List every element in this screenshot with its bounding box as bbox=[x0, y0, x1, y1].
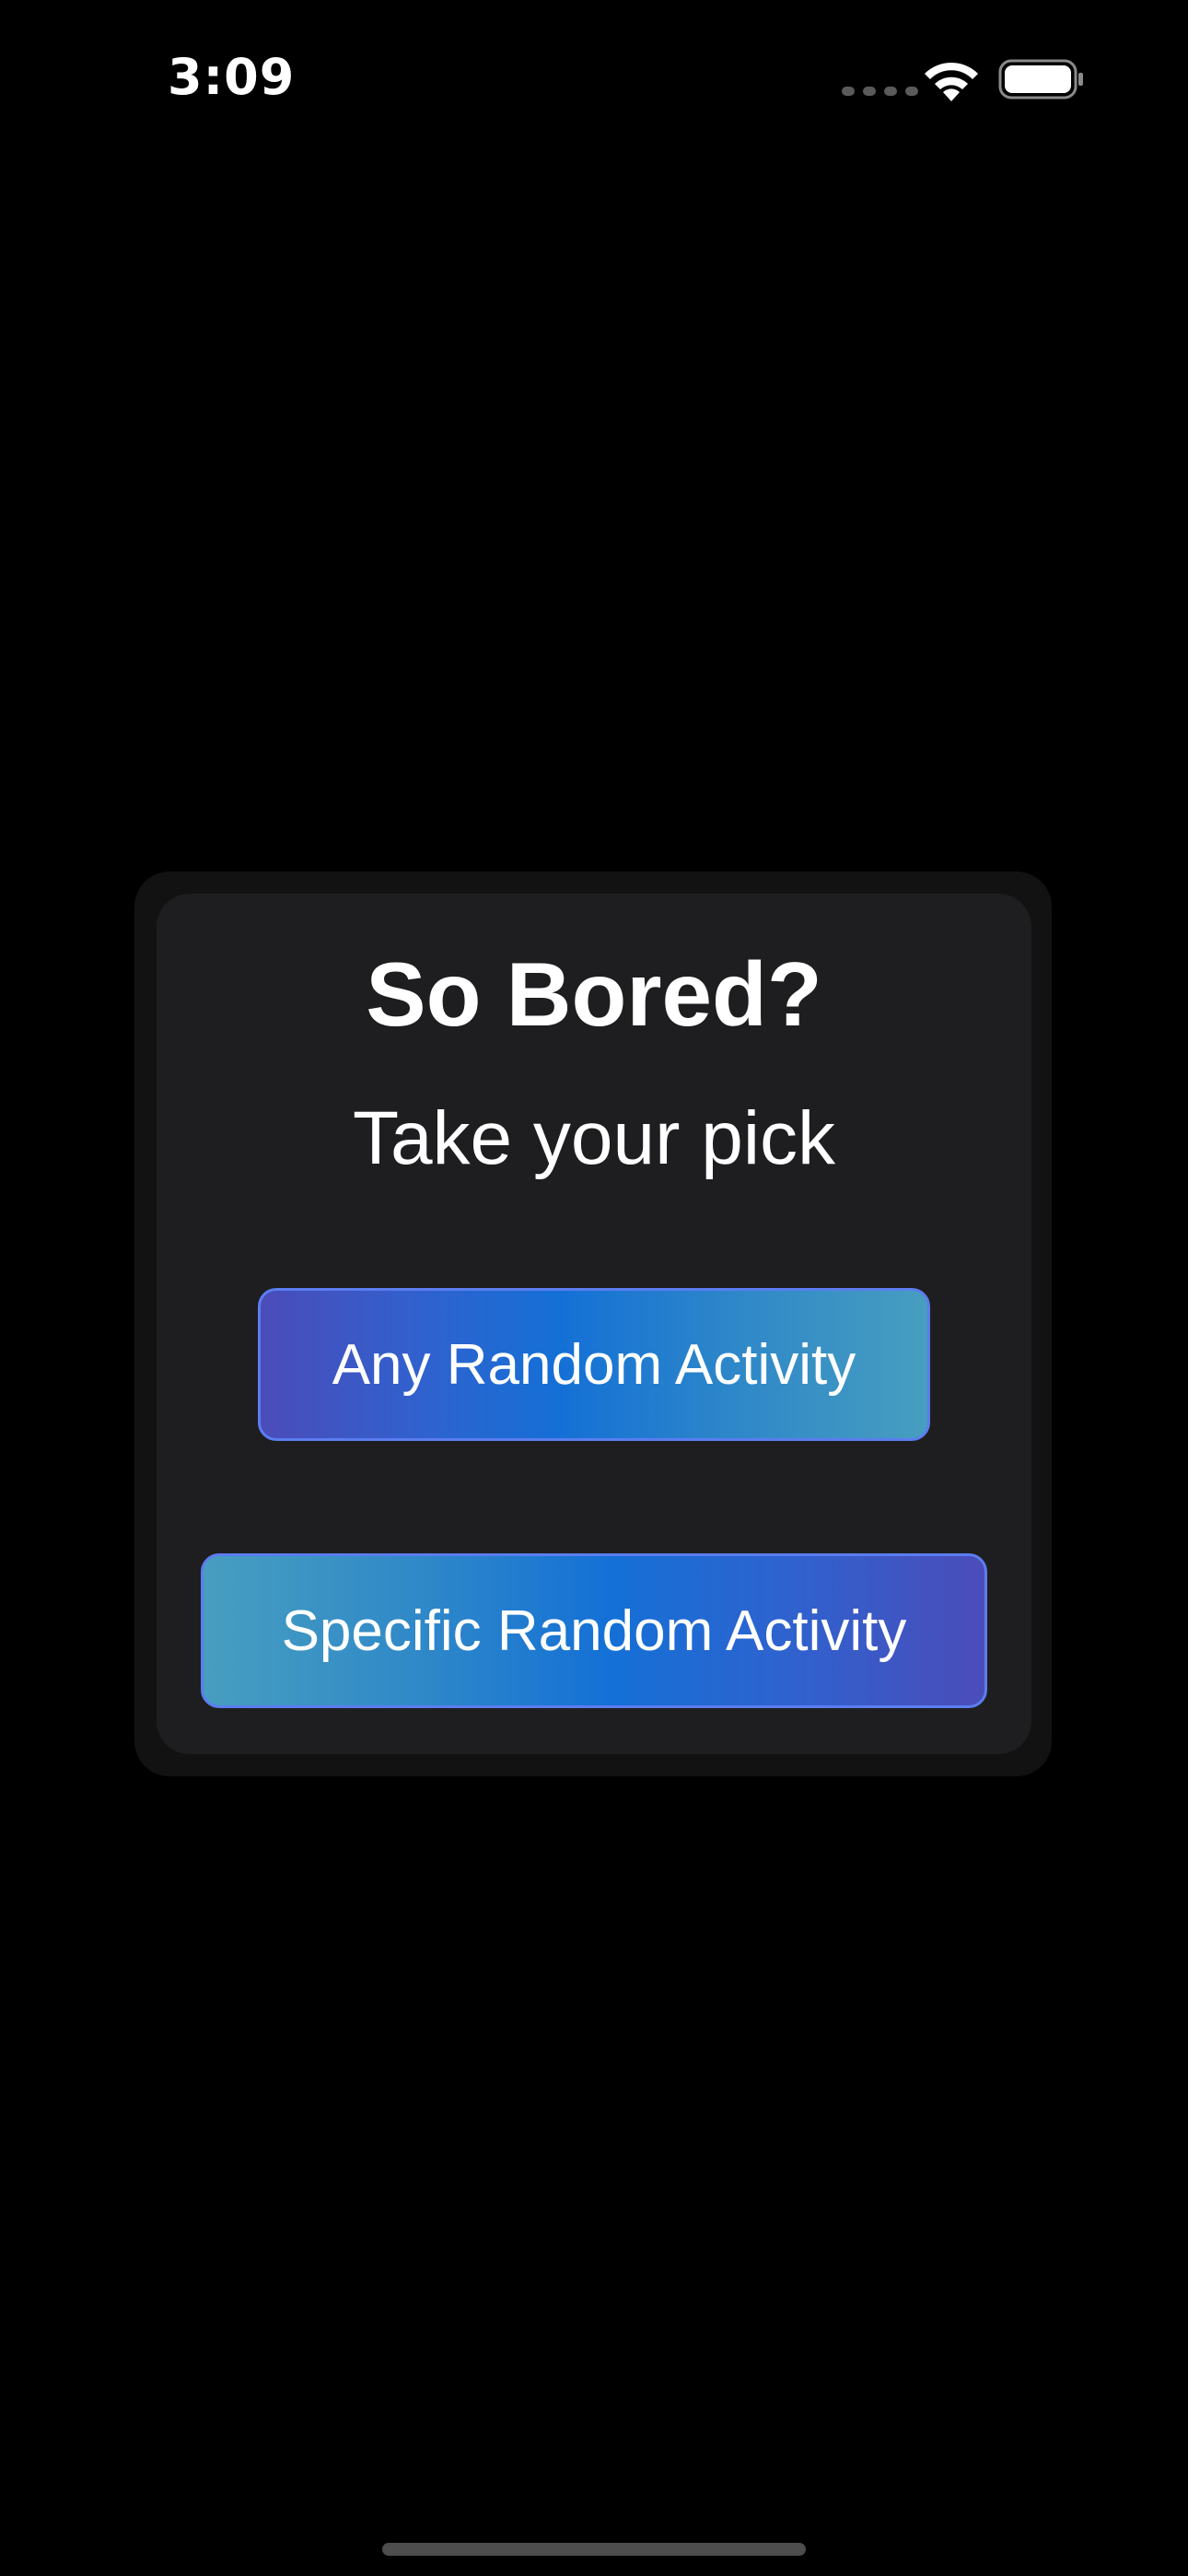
status-time: 3:09 bbox=[168, 48, 296, 106]
specific-random-activity-button[interactable]: Specific Random Activity bbox=[201, 1553, 987, 1708]
signal-dots-icon bbox=[842, 87, 918, 96]
page-title: So Bored? bbox=[366, 943, 822, 1045]
status-bar: 3:09 bbox=[0, 0, 1188, 166]
any-random-activity-label: Any Random Activity bbox=[332, 1332, 856, 1397]
subtitle: Take your pick bbox=[352, 1096, 836, 1180]
specific-random-activity-label: Specific Random Activity bbox=[281, 1598, 907, 1663]
battery-icon bbox=[998, 59, 1083, 100]
any-random-activity-button[interactable]: Any Random Activity bbox=[258, 1288, 930, 1441]
home-indicator[interactable] bbox=[382, 2543, 806, 2556]
wifi-icon bbox=[925, 62, 978, 101]
